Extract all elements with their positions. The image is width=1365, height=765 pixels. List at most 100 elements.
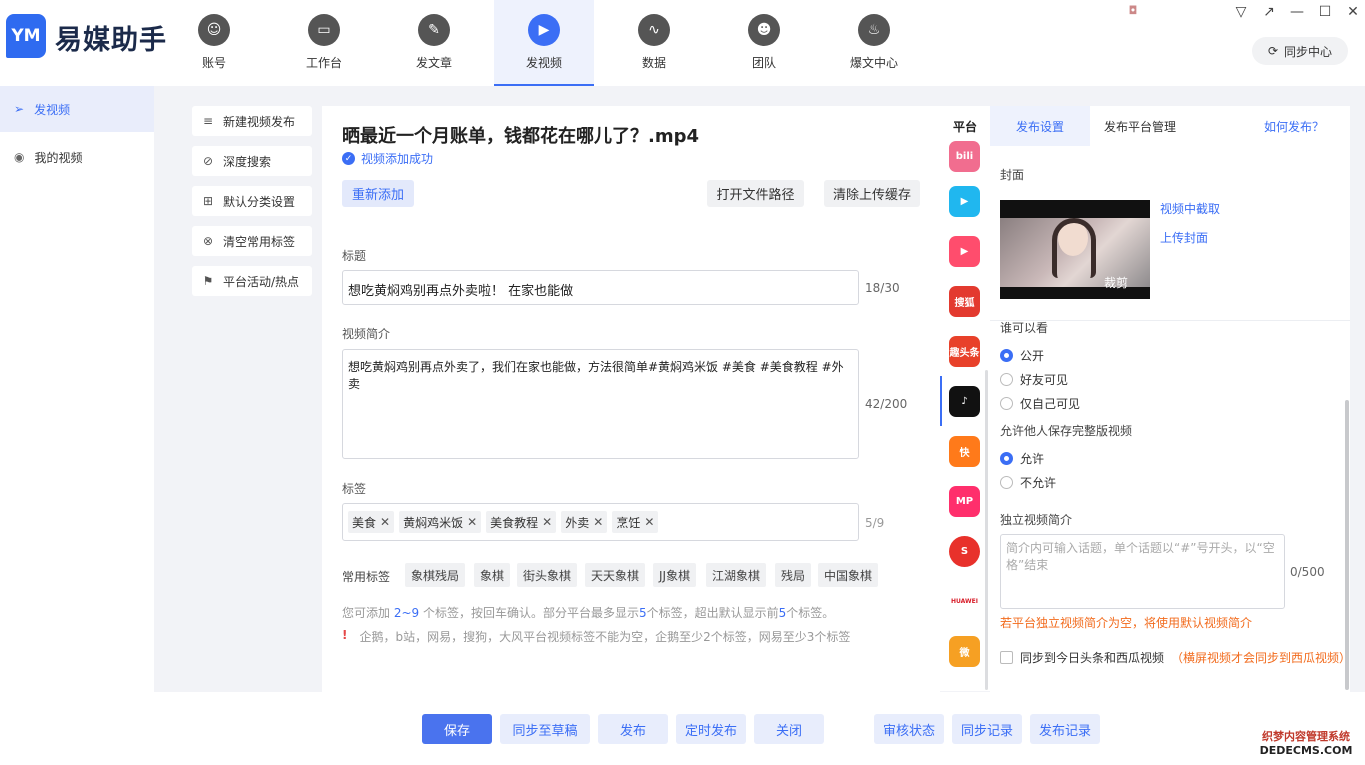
sync-icon: ⟳	[1267, 44, 1279, 58]
publish-button[interactable]: 发布	[598, 714, 668, 744]
remove-tag-icon[interactable]: ✕	[380, 515, 390, 529]
common-tag[interactable]: JJ象棋	[653, 563, 697, 587]
upload-status: ✓ 视频添加成功	[342, 150, 433, 167]
tool-button-0[interactable]: ≡ 新建视频发布	[192, 106, 312, 136]
common-tag[interactable]: 江湖象棋	[706, 563, 767, 587]
flame-icon: ♨	[858, 14, 890, 46]
common-tag[interactable]: 象棋	[474, 563, 511, 587]
audit-status-button[interactable]: 审核状态	[874, 714, 944, 744]
sync-center-button[interactable]: ⟳ 同步中心	[1252, 37, 1348, 65]
cover-thumbnail[interactable]: 裁剪	[1000, 200, 1150, 299]
nav-tab-team[interactable]: ☻ 团队	[714, 0, 814, 86]
minimize-icon[interactable]: —	[1288, 4, 1306, 20]
visibility-public-radio[interactable]: 公开	[1000, 347, 1044, 364]
tool-label: 默认分类设置	[223, 194, 296, 209]
platform-qutoutiao-icon[interactable]: 趣头条	[949, 336, 980, 367]
timed-publish-button[interactable]: 定时发布	[676, 714, 746, 744]
visibility-private-radio[interactable]: 仅自己可见	[1000, 395, 1080, 412]
remove-tag-icon[interactable]: ✕	[593, 515, 603, 529]
common-tag[interactable]: 中国象棋	[818, 563, 879, 587]
dropdown-icon[interactable]: ▽	[1232, 4, 1250, 20]
platform-kuaishou-icon[interactable]: 快	[949, 436, 980, 467]
save-button[interactable]: 保存	[422, 714, 492, 744]
nav-tab-user[interactable]: ☺ 账号	[164, 0, 264, 86]
clear-cache-button[interactable]: 清除上传缓存	[824, 180, 920, 207]
description-label: 视频简介	[342, 327, 391, 341]
radio-icon	[1000, 476, 1013, 489]
tag-hint: 您可添加 2~9 个标签，按回车确认。部分平台最多显示5个标签，超出默认显示前5…	[342, 604, 834, 621]
independent-desc-textarea[interactable]: 简介内可输入话题，单个话题以“#”号开头，以“空格”结束	[1000, 534, 1285, 609]
radio-label: 不允许	[1020, 476, 1057, 490]
checkbox-icon	[1000, 651, 1013, 664]
nav-tab-label: 爆文中心	[849, 56, 898, 70]
tag-chip: 黄焖鸡米饭 ✕	[399, 511, 482, 533]
tag-warning: ! 企鹅，b站，网易，搜狗，大风平台视频标签不能为空，企鹅至少2个标签，网易至少3…	[342, 628, 850, 645]
sidebar-item-label: 我的视频	[34, 150, 83, 165]
upload-cover-link[interactable]: 上传封面	[1160, 229, 1208, 246]
platform-weibo-icon[interactable]: 微	[949, 636, 980, 667]
tool-button-2[interactable]: ⊞ 默认分类设置	[192, 186, 312, 216]
tool-label: 清空常用标签	[223, 234, 296, 249]
tool-button-3[interactable]: ⊗ 清空常用标签	[192, 226, 312, 256]
platform-meipai-icon[interactable]: MP	[949, 486, 980, 517]
sync-toutiao-checkbox[interactable]: 同步到今日头条和西瓜视频 （横屏视频才会同步到西瓜视频）	[1000, 649, 1351, 666]
common-tag[interactable]: 残局	[775, 563, 812, 587]
hint-pre: 您可添加	[342, 606, 394, 620]
platform-scrollbar[interactable]	[985, 370, 988, 690]
title-input[interactable]: 想吃黄焖鸡别再点外卖啦！ 在家也能做	[342, 270, 859, 305]
tool-button-4[interactable]: ⚑ 平台活动/热点	[192, 266, 312, 296]
watermark-line2: DEDECMS.COM	[1259, 744, 1353, 757]
team-icon: ☻	[748, 14, 780, 46]
platform-header: 平台	[953, 120, 978, 134]
platform-sohu-icon[interactable]: S	[949, 536, 980, 567]
remove-tag-icon[interactable]: ✕	[467, 515, 477, 529]
sidebar-item-0[interactable]: ➢ 发视频	[0, 86, 154, 132]
visibility-friends-radio[interactable]: 好友可见	[1000, 371, 1068, 388]
how-to-publish-link[interactable]: 如何发布？	[1264, 118, 1324, 135]
platform-sohu-video-icon[interactable]: 搜狐	[949, 286, 980, 317]
publish-log-button[interactable]: 发布记录	[1030, 714, 1100, 744]
platform-huawei-icon[interactable]: HUAWEI	[949, 586, 980, 617]
common-tag[interactable]: 天天象棋	[585, 563, 646, 587]
platform-column: 平台 bili ▶ ▶ 搜狐趣头条 ♪ 快 MP S HUAWEI 微	[940, 106, 990, 691]
allow-save-radio[interactable]: 允许	[1000, 450, 1044, 467]
tags-input[interactable]: 美食 ✕ 黄焖鸡米饭 ✕ 美食教程 ✕ 外卖 ✕ 烹饪 ✕	[342, 503, 859, 541]
edit-window-icon[interactable]: ↗	[1260, 4, 1278, 20]
nav-tab-chart[interactable]: ∿ 数据	[604, 0, 704, 86]
readd-button[interactable]: 重新添加	[342, 180, 414, 207]
open-path-button[interactable]: 打开文件路径	[707, 180, 804, 207]
disallow-save-radio[interactable]: 不允许	[1000, 474, 1056, 491]
tag-chip-label: 烹饪	[616, 515, 641, 530]
maximize-icon[interactable]: ☐	[1316, 4, 1334, 20]
tool-button-1[interactable]: ⊘ 深度搜索	[192, 146, 312, 176]
platform-douyin-icon[interactable]: ♪	[949, 386, 980, 417]
nav-tab-feather[interactable]: ✎ 发文章	[384, 0, 484, 86]
sync-toutiao-note: （横屏视频才会同步到西瓜视频）	[1171, 651, 1352, 665]
platform-tencent-video-icon[interactable]: ▶	[949, 186, 980, 217]
platform-iqiyi-video-icon[interactable]: ▶	[949, 236, 980, 267]
close-icon[interactable]: ✕	[1344, 4, 1362, 20]
sidebar-item-1[interactable]: ◉ 我的视频	[0, 134, 154, 180]
sync-log-button[interactable]: 同步记录	[952, 714, 1022, 744]
common-tag[interactable]: 街头象棋	[517, 563, 578, 587]
visibility-label: 谁可以看	[1000, 321, 1049, 335]
nav-tab-play[interactable]: ▶ 发视频	[494, 0, 594, 86]
nav-tab-flame[interactable]: ♨ 爆文中心	[824, 0, 924, 86]
user-icon: ☺	[198, 14, 230, 46]
nav-tab-monitor[interactable]: ▭ 工作台	[274, 0, 374, 86]
sync-draft-button[interactable]: 同步至草稿	[500, 714, 590, 744]
description-textarea[interactable]: 想吃黄焖鸡别再点外卖了，我们在家也能做，方法很简单#黄焖鸡米饭 #美食 #美食教…	[342, 349, 859, 459]
selected-platform-indicator	[940, 376, 942, 426]
remove-tag-icon[interactable]: ✕	[644, 515, 654, 529]
remove-tag-icon[interactable]: ✕	[542, 515, 552, 529]
tag-chip: 外卖 ✕	[561, 511, 608, 533]
settings-scrollbar[interactable]	[1345, 400, 1349, 690]
radio-label: 好友可见	[1020, 373, 1069, 387]
close-button[interactable]: 关闭	[754, 714, 824, 744]
tab-platform-manage[interactable]: 发布平台管理	[1104, 118, 1176, 135]
capture-from-video-link[interactable]: 视频中截取	[1160, 200, 1220, 217]
platform-bilibili-icon[interactable]: bili	[949, 141, 980, 172]
avatar-icon[interactable]: ◘	[1124, 4, 1142, 17]
common-tag[interactable]: 象棋残局	[405, 563, 466, 587]
crop-label[interactable]: 裁剪	[1104, 274, 1128, 291]
